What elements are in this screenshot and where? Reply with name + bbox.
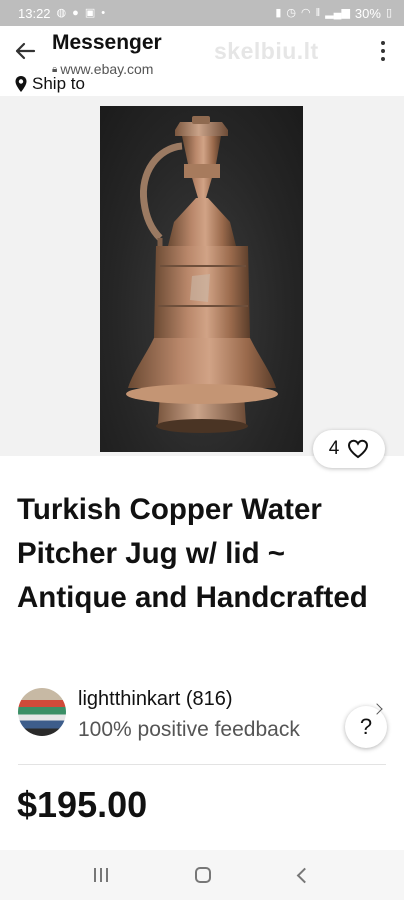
seller-name[interactable]: lightthinkart (816) <box>78 688 233 711</box>
image-gallery[interactable] <box>0 96 404 456</box>
status-time: 13:22 <box>18 5 51 21</box>
battery-saver-icon: ▮ <box>275 6 282 19</box>
recent-apps-button[interactable] <box>93 868 108 882</box>
recent-apps-icon <box>99 868 102 882</box>
menu-dot <box>381 41 385 45</box>
ship-to-label: Ship to <box>32 74 85 93</box>
favorite-button[interactable]: 4 <box>313 430 385 468</box>
home-button[interactable] <box>195 867 212 883</box>
status-right: ▮ ◷ ◠ ‖ ▂▄▆ 30% ▯ <box>275 6 392 21</box>
wifi-icon: ◠ <box>301 6 311 19</box>
page-title: Messenger <box>52 31 162 54</box>
chat-icon: ● <box>72 6 79 19</box>
item-title: Turkish Copper Water Pitcher Jug w/ lid … <box>17 493 368 614</box>
battery-level: 30% <box>354 5 381 21</box>
heart-icon <box>348 439 369 459</box>
browser-header: skelbiu.lt Messenger 🔒︎ www.ebay.com <box>0 26 404 80</box>
location-pin-icon <box>15 76 27 92</box>
volte-icon: ‖ <box>315 6 321 19</box>
back-button[interactable] <box>10 36 40 66</box>
seller-feedback: 100% positive feedback <box>78 718 300 741</box>
item-price: $195.00 <box>17 784 148 825</box>
more-options-button[interactable] <box>378 38 388 64</box>
arrow-left-icon <box>15 42 36 60</box>
product-photo[interactable] <box>100 106 303 452</box>
gallery-pagination <box>166 470 238 476</box>
gmail-icon: ▣ <box>84 6 96 19</box>
help-label: ? <box>359 714 373 739</box>
ship-to[interactable]: Ship to <box>14 74 85 94</box>
menu-dot <box>381 57 385 61</box>
seller-avatar[interactable] <box>18 688 66 736</box>
favorites-count: 4 <box>328 438 340 459</box>
divider <box>18 764 386 765</box>
watermark: skelbiu.lt <box>214 38 319 64</box>
status-bar: 13:22 ◍ ● ▣ • ▮ ◷ ◠ ‖ ▂▄▆ 30% ▯ <box>0 0 404 26</box>
menu-dot <box>381 49 385 53</box>
dot-icon: • <box>101 6 106 19</box>
copper-pitcher-image <box>126 116 278 433</box>
status-left: 13:22 ◍ ● ▣ • <box>18 6 105 21</box>
messenger-icon: ◍ <box>56 6 67 19</box>
system-navigation-bar <box>0 850 404 900</box>
signal-icon: ▂▄▆ <box>325 6 350 19</box>
lock-icon: 🔒︎ <box>52 63 58 75</box>
alarm-icon: ◷ <box>286 6 297 19</box>
battery-icon: ▯ <box>385 6 392 19</box>
recent-apps-icon <box>105 868 108 882</box>
system-back-button[interactable] <box>296 867 313 883</box>
recent-apps-icon <box>93 868 96 882</box>
help-button[interactable]: ? <box>345 706 387 748</box>
